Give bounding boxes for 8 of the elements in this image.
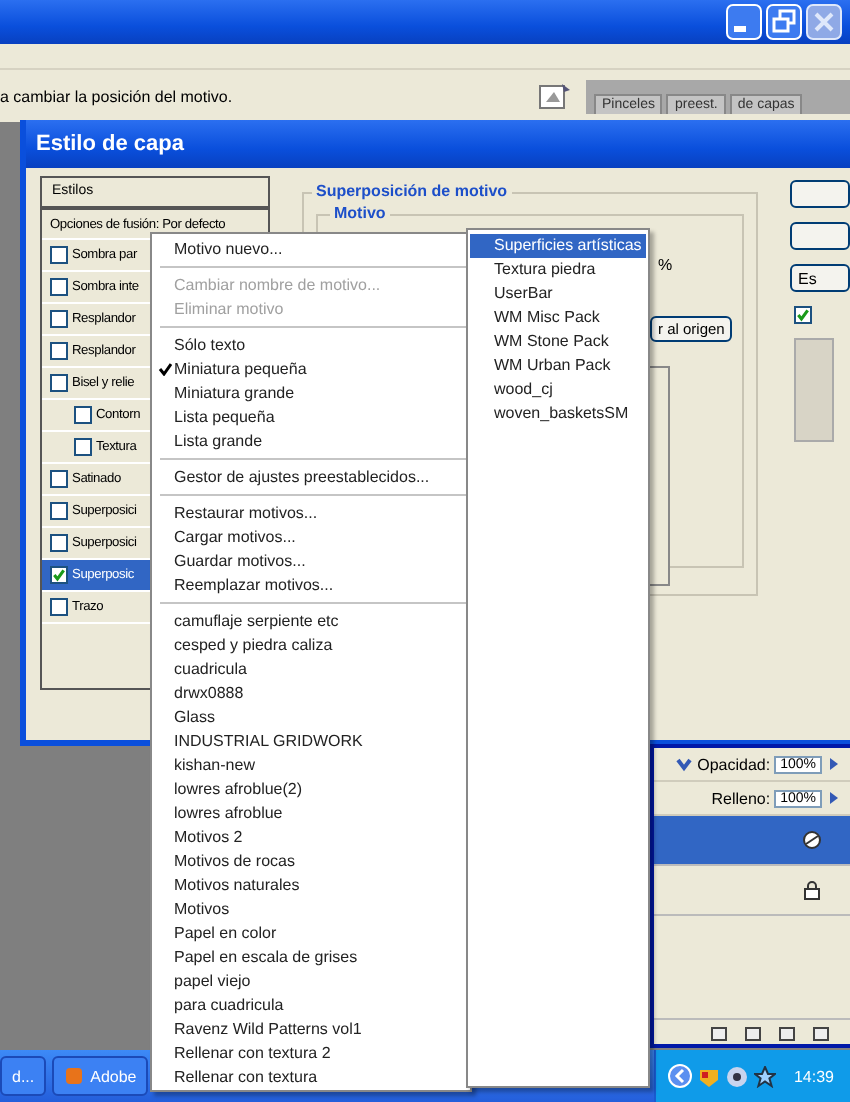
opacity-label: Opacidad: xyxy=(697,755,771,773)
group-title: Superposición de motivo xyxy=(312,182,512,200)
hint-text: a cambiar la posición del motivo. xyxy=(0,87,235,105)
clock: 14:39 xyxy=(793,1067,834,1085)
dialog-title: Estilo de capa xyxy=(26,120,850,168)
fill-label: Relleno: xyxy=(711,789,771,807)
percent-label: % xyxy=(658,256,673,274)
group-title: Motivo xyxy=(330,204,390,222)
